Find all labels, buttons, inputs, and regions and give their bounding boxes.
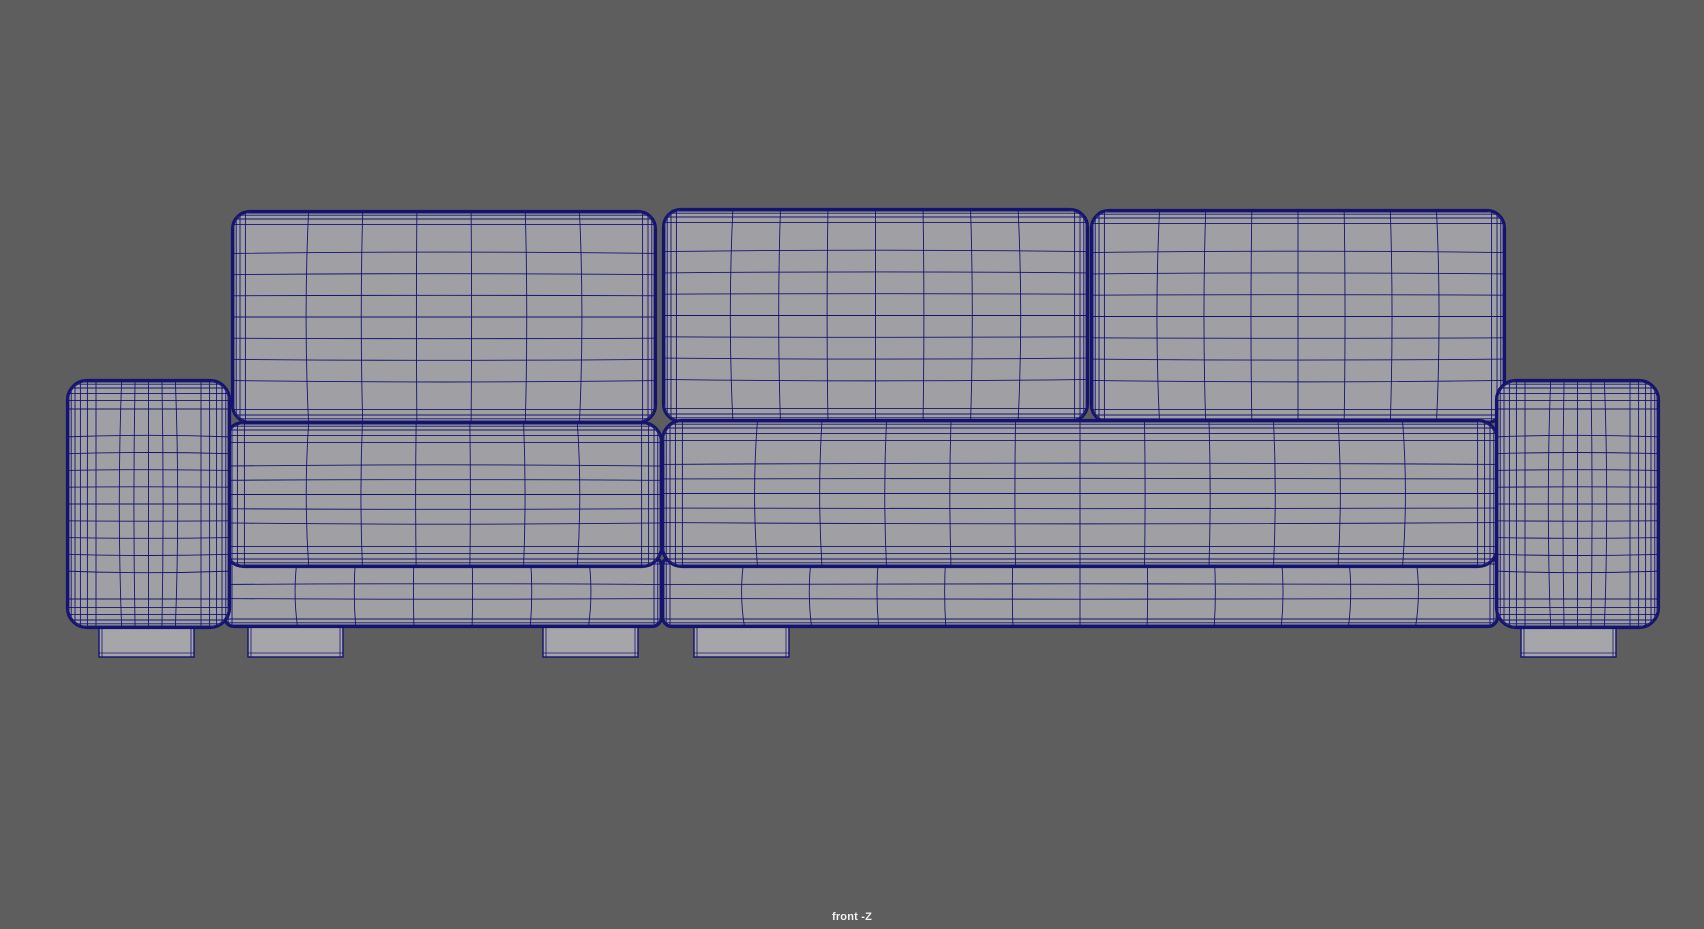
armrest-right[interactable] xyxy=(1494,378,1661,630)
camera-label: front -Z xyxy=(831,911,873,923)
back-cushion-right[interactable] xyxy=(1089,208,1507,425)
back-cushion-middle[interactable] xyxy=(661,207,1090,424)
armrest-left[interactable] xyxy=(65,378,232,630)
maya-viewport[interactable]: front -Z xyxy=(0,0,1704,929)
sofa-model-wireframe[interactable] xyxy=(0,0,1704,929)
back-cushion-left[interactable] xyxy=(230,209,658,425)
seat-cushion-left[interactable] xyxy=(222,420,664,569)
seat-cushion-right[interactable] xyxy=(660,418,1500,569)
